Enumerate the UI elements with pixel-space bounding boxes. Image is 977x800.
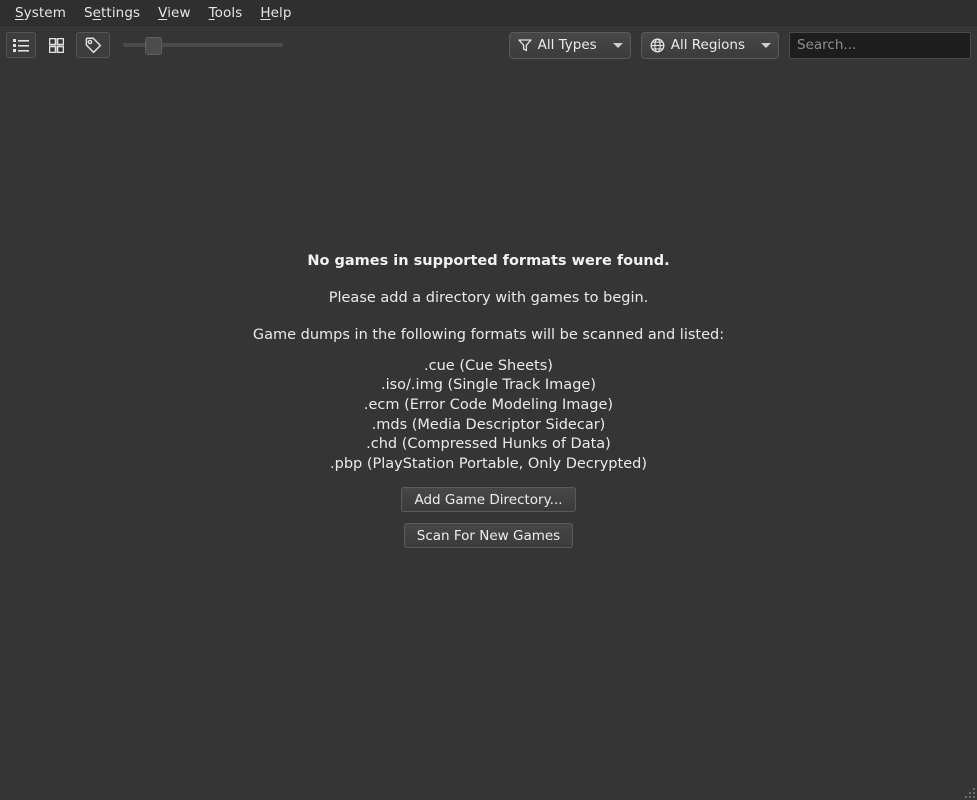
menu-item-settings[interactable]: Settings <box>75 3 149 23</box>
menu-item-label: iew <box>167 4 191 21</box>
scan-for-new-games-button[interactable]: Scan For New Games <box>403 523 574 549</box>
grid-view-button[interactable] <box>41 32 71 58</box>
region-filter-label: All Regions <box>670 37 745 53</box>
slider-handle[interactable] <box>145 37 162 55</box>
supported-formats-list: .cue (Cue Sheets) .iso/.img (Single Trac… <box>330 357 647 475</box>
type-filter-dropdown[interactable]: All Types <box>508 31 631 59</box>
resize-grip[interactable] <box>961 784 975 798</box>
tool-bar: All Types All Regions <box>0 26 977 64</box>
menu-mnemonic: V <box>158 4 168 21</box>
menu-mnemonic: e <box>92 4 102 21</box>
empty-state-subtitle: Please add a directory with games to beg… <box>328 289 649 306</box>
empty-state: No games in supported formats were found… <box>0 64 977 800</box>
format-item: .cue (Cue Sheets) <box>424 357 553 374</box>
menu-item-label: ools <box>214 4 243 21</box>
show-titles-button[interactable] <box>76 32 110 58</box>
menu-item-label: ttings <box>101 4 141 21</box>
empty-state-actions: Add Game Directory... Scan For New Games <box>401 487 576 559</box>
filter-funnel-icon <box>517 38 532 52</box>
format-item: .iso/.img (Single Track Image) <box>380 377 596 394</box>
chevron-down-icon <box>612 42 623 48</box>
chevron-down-icon <box>761 42 771 48</box>
add-game-directory-button[interactable]: Add Game Directory... <box>401 487 576 513</box>
main-window: System Settings View Tools Help All Type… <box>0 0 977 800</box>
format-item: .pbp (PlayStation Portable, Only Decrypt… <box>330 455 647 472</box>
menu-item-system[interactable]: System <box>6 3 75 23</box>
menu-item-label: elp <box>270 4 292 21</box>
menu-mnemonic: H <box>260 4 271 21</box>
tag-icon <box>84 37 102 54</box>
empty-state-title: No games in supported formats were found… <box>307 252 670 269</box>
list-view-icon <box>13 38 29 52</box>
list-view-button[interactable] <box>6 32 36 58</box>
type-filter-label: All Types <box>537 37 597 53</box>
globe-icon <box>650 38 665 53</box>
format-item: .chd (Compressed Hunks of Data) <box>366 436 611 453</box>
menu-mnemonic: S <box>15 4 24 21</box>
grid-zoom-slider[interactable] <box>123 32 283 58</box>
menu-item-tools[interactable]: Tools <box>200 3 252 23</box>
format-item: .mds (Media Descriptor Sidecar) <box>371 416 606 433</box>
empty-state-formats-header: Game dumps in the following formats will… <box>252 326 725 343</box>
menu-item-label: ystem <box>23 4 66 21</box>
format-item: .ecm (Error Code Modeling Image) <box>363 396 614 413</box>
menu-bar: System Settings View Tools Help <box>0 0 977 26</box>
region-filter-dropdown[interactable]: All Regions <box>640 31 779 59</box>
game-list-area: No games in supported formats were found… <box>0 64 977 800</box>
search-input[interactable] <box>789 31 971 59</box>
menu-item-view[interactable]: View <box>149 3 199 23</box>
menu-item-help[interactable]: Help <box>251 3 300 23</box>
grid-view-icon <box>48 37 64 53</box>
menu-item-label-pre: S <box>83 4 93 21</box>
